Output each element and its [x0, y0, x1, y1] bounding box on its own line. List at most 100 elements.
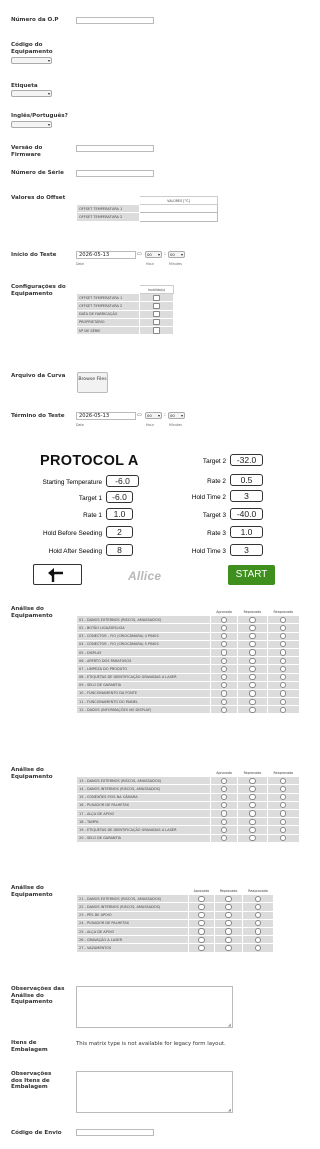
label-select[interactable]: ▾	[11, 90, 52, 97]
hold-after-seeding-field[interactable]: 8	[106, 544, 133, 556]
radio-cell[interactable]	[237, 656, 268, 666]
radio-button[interactable]	[220, 706, 228, 713]
radio-button[interactable]	[280, 649, 287, 656]
radio-button[interactable]	[254, 903, 262, 911]
radio-cell[interactable]	[213, 918, 244, 928]
radio-button[interactable]	[249, 802, 256, 809]
radio-cell[interactable]	[188, 926, 215, 937]
radio-button[interactable]	[249, 818, 256, 825]
radio-cell[interactable]	[188, 910, 215, 920]
packaging-notes-textarea[interactable]: ◢	[76, 1071, 233, 1113]
radio-button[interactable]	[249, 794, 256, 801]
radio-cell[interactable]	[209, 639, 239, 649]
radio-button[interactable]	[220, 624, 228, 632]
radio-cell[interactable]	[237, 680, 268, 690]
radio-cell[interactable]	[266, 688, 301, 699]
radio-cell[interactable]	[237, 647, 268, 658]
radio-button[interactable]	[280, 616, 287, 623]
browse-files-button[interactable]: Browse Files	[77, 372, 108, 393]
radio-cell[interactable]	[209, 784, 239, 794]
radio-button[interactable]	[254, 912, 262, 919]
config-checkbox-cell[interactable]	[139, 293, 174, 303]
radio-cell[interactable]	[209, 808, 239, 819]
radio-button[interactable]	[220, 649, 228, 656]
radio-cell[interactable]	[213, 902, 244, 912]
radio-cell[interactable]	[266, 776, 301, 786]
radio-button[interactable]	[249, 649, 256, 656]
radio-cell[interactable]	[188, 894, 215, 904]
radio-button[interactable]	[280, 706, 287, 713]
radio-button[interactable]	[220, 665, 228, 672]
radio-button[interactable]	[249, 682, 256, 689]
radio-button[interactable]	[254, 928, 262, 935]
radio-cell[interactable]	[213, 894, 244, 904]
radio-button[interactable]	[249, 616, 256, 623]
radio-cell[interactable]	[209, 647, 239, 658]
radio-button[interactable]	[249, 665, 256, 672]
radio-button[interactable]	[220, 785, 228, 793]
radio-cell[interactable]	[266, 792, 301, 802]
end-hour-select[interactable]: 00 ▾	[145, 412, 162, 419]
radio-button[interactable]	[249, 785, 256, 793]
back-button[interactable]	[33, 564, 82, 585]
config-checkbox-cell[interactable]	[139, 325, 174, 336]
radio-cell[interactable]	[237, 672, 268, 682]
radio-cell[interactable]	[209, 631, 239, 641]
radio-button[interactable]	[220, 835, 228, 842]
radio-cell[interactable]	[242, 910, 274, 920]
radio-button[interactable]	[280, 810, 287, 817]
radio-button[interactable]	[280, 818, 287, 825]
radio-button[interactable]	[220, 818, 228, 825]
radio-button[interactable]	[225, 912, 232, 919]
checkbox[interactable]	[153, 319, 160, 326]
radio-button[interactable]	[225, 903, 232, 911]
radio-button[interactable]	[249, 641, 256, 648]
radio-button[interactable]	[225, 920, 232, 927]
radio-button[interactable]	[220, 641, 228, 648]
offset-input-2[interactable]	[139, 212, 218, 222]
radio-button[interactable]	[280, 624, 287, 632]
radio-cell[interactable]	[209, 817, 239, 827]
radio-cell[interactable]	[237, 639, 268, 649]
radio-cell[interactable]	[209, 688, 239, 699]
radio-cell[interactable]	[213, 943, 244, 953]
config-checkbox-cell[interactable]	[139, 309, 174, 319]
radio-cell[interactable]	[209, 664, 239, 674]
radio-button[interactable]	[220, 633, 228, 640]
radio-button[interactable]	[249, 633, 256, 640]
radio-button[interactable]	[254, 920, 262, 927]
hold-time-3-field[interactable]: 3	[230, 544, 263, 556]
radio-cell[interactable]	[188, 935, 215, 945]
radio-cell[interactable]	[266, 825, 301, 835]
radio-button[interactable]	[220, 690, 228, 697]
radio-cell[interactable]	[209, 776, 239, 786]
start-hour-select[interactable]: 00 ▾	[145, 251, 162, 258]
radio-cell[interactable]	[209, 833, 239, 843]
start-button[interactable]: START	[228, 565, 275, 585]
radio-cell[interactable]	[266, 623, 301, 633]
radio-button[interactable]	[198, 928, 205, 935]
radio-cell[interactable]	[213, 910, 244, 920]
config-checkbox-cell[interactable]	[139, 317, 174, 327]
radio-cell[interactable]	[209, 656, 239, 666]
hold-before-seeding-field[interactable]: 2	[106, 526, 133, 538]
radio-cell[interactable]	[266, 705, 301, 715]
target-2-field[interactable]: -32.0	[230, 454, 263, 466]
radio-cell[interactable]	[209, 792, 239, 802]
radio-button[interactable]	[254, 936, 262, 943]
start-date-input[interactable]: 2026-05-13	[76, 251, 136, 259]
radio-button[interactable]	[220, 682, 228, 689]
radio-button[interactable]	[249, 777, 256, 784]
radio-button[interactable]	[280, 826, 287, 833]
radio-button[interactable]	[198, 903, 205, 911]
radio-button[interactable]	[254, 895, 262, 902]
radio-cell[interactable]	[242, 918, 274, 928]
radio-cell[interactable]	[237, 776, 268, 786]
firmware-version-input[interactable]	[76, 145, 154, 152]
offset-input-1[interactable]	[139, 204, 218, 214]
radio-cell[interactable]	[209, 623, 239, 633]
radio-cell[interactable]	[209, 615, 239, 625]
radio-button[interactable]	[249, 810, 256, 817]
target-1-field[interactable]: -6.0	[106, 491, 133, 503]
radio-cell[interactable]	[237, 833, 268, 843]
